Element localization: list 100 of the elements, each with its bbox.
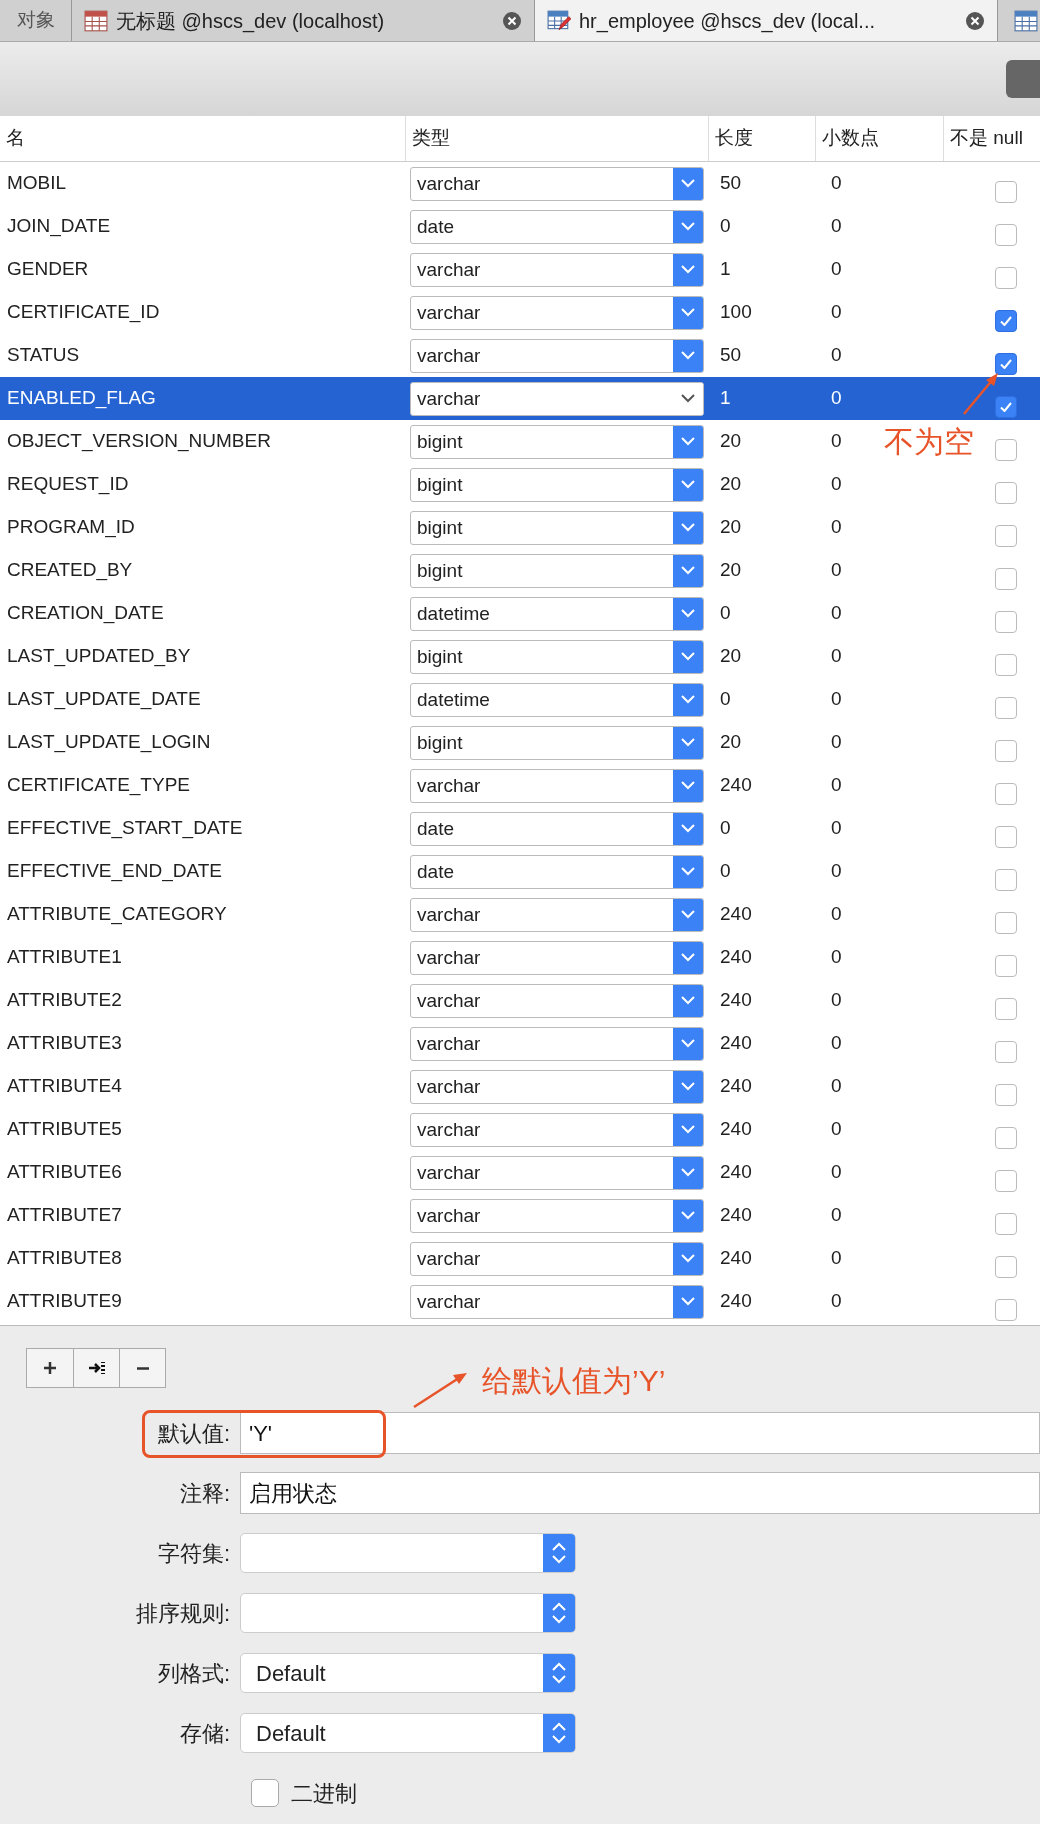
table-cell: 0 — [831, 258, 842, 280]
objects-tab[interactable]: 对象 — [0, 0, 72, 41]
checkbox[interactable] — [995, 653, 1017, 676]
table-cell-text: ENABLED_FLAG — [6, 386, 157, 411]
type-dropdown[interactable]: varchar — [410, 338, 704, 373]
type-dropdown[interactable]: date — [410, 854, 704, 889]
column-header[interactable]: 小数点 — [815, 116, 943, 161]
type-dropdown[interactable]: bigint — [410, 553, 704, 588]
table-cell: 1 — [720, 387, 731, 409]
type-dropdown[interactable]: varchar — [410, 983, 704, 1018]
checkbox[interactable] — [995, 610, 1017, 633]
table-cell-text: ATTRIBUTE7 — [6, 1203, 123, 1228]
checkbox[interactable] — [995, 825, 1017, 848]
document-tab[interactable]: hr_employee @hscs_dev (local... — [535, 0, 998, 41]
type-dropdown[interactable]: varchar — [410, 166, 704, 201]
checkbox[interactable] — [995, 1255, 1017, 1278]
close-icon[interactable] — [965, 10, 985, 31]
checkbox[interactable] — [995, 782, 1017, 805]
checkbox[interactable] — [995, 266, 1017, 289]
table-cell-text: CERTIFICATE_TYPE — [6, 773, 191, 798]
table-cell: 0 — [720, 860, 731, 882]
type-dropdown[interactable]: varchar — [410, 381, 704, 416]
type-dropdown[interactable]: bigint — [410, 467, 704, 502]
chevron-down-icon — [673, 210, 703, 243]
column-header[interactable]: 名 — [0, 116, 405, 161]
type-dropdown[interactable]: date — [410, 811, 704, 846]
checkbox[interactable] — [995, 309, 1017, 332]
table-cell: 0 — [831, 989, 842, 1011]
type-dropdown[interactable]: date — [410, 209, 704, 244]
select-field[interactable]: Default — [240, 1653, 576, 1693]
table-cell: 20 — [720, 516, 742, 538]
chevron-down-icon — [673, 296, 703, 329]
table-cell: 0 — [831, 215, 842, 237]
checkbox[interactable] — [995, 524, 1017, 547]
select-field[interactable]: Default — [240, 1713, 576, 1753]
type-dropdown[interactable]: varchar — [410, 768, 704, 803]
document-tab[interactable]: 无标题 @hscs_dev (localhost) — [72, 0, 535, 41]
checkbox[interactable] — [251, 1779, 279, 1807]
type-dropdown[interactable]: varchar — [410, 940, 704, 975]
checkbox[interactable] — [995, 438, 1017, 461]
table-row[interactable]: ENABLED_FLAG varchar 1 0 — [0, 377, 1040, 420]
type-dropdown[interactable]: varchar — [410, 1241, 704, 1276]
dropdown-value: varchar — [416, 1118, 482, 1142]
checkbox[interactable] — [995, 1083, 1017, 1106]
checkbox[interactable] — [995, 696, 1017, 719]
chevron-down-icon — [673, 640, 703, 673]
checkbox[interactable] — [995, 868, 1017, 891]
type-dropdown[interactable]: datetime — [410, 682, 704, 717]
checkbox-label: 二进制 — [291, 1779, 357, 1808]
checkmark-icon — [1000, 358, 1012, 369]
field-label: 默认值: — [156, 1419, 231, 1448]
type-dropdown[interactable]: varchar — [410, 1112, 704, 1147]
select-field[interactable] — [240, 1593, 576, 1633]
type-dropdown[interactable]: varchar — [410, 295, 704, 330]
close-icon[interactable] — [502, 10, 522, 31]
type-dropdown[interactable]: varchar — [410, 1026, 704, 1061]
checkbox[interactable] — [995, 180, 1017, 203]
checkbox[interactable] — [995, 352, 1017, 375]
table-cell: 100 — [720, 301, 752, 323]
type-dropdown[interactable]: bigint — [410, 639, 704, 674]
input-field[interactable]: 'Y' — [240, 1412, 1040, 1454]
dropdown-value: varchar — [416, 1161, 482, 1185]
table-cell: 0 — [831, 1118, 842, 1140]
checkbox[interactable] — [995, 997, 1017, 1020]
checkbox[interactable] — [995, 395, 1017, 418]
checkbox[interactable] — [995, 1040, 1017, 1063]
type-dropdown[interactable]: varchar — [410, 1198, 704, 1233]
checkbox[interactable] — [995, 567, 1017, 590]
checkbox[interactable] — [995, 1298, 1017, 1321]
table-cell: 240 — [720, 1204, 752, 1226]
type-dropdown[interactable]: bigint — [410, 424, 704, 459]
column-header[interactable]: 类型 — [405, 116, 708, 161]
checkbox[interactable] — [995, 954, 1017, 977]
checkbox[interactable] — [995, 1169, 1017, 1192]
type-dropdown[interactable]: varchar — [410, 1069, 704, 1104]
type-dropdown[interactable]: varchar — [410, 897, 704, 932]
type-dropdown[interactable]: varchar — [410, 252, 704, 287]
select-field[interactable] — [240, 1533, 576, 1573]
type-dropdown[interactable]: bigint — [410, 510, 704, 545]
table-cell: 240 — [720, 1075, 752, 1097]
type-dropdown[interactable]: bigint — [410, 725, 704, 760]
field-label: 列格式: — [156, 1659, 231, 1688]
table-edit-icon — [547, 9, 571, 32]
field-label: 字符集: — [156, 1539, 231, 1568]
type-dropdown[interactable]: varchar — [410, 1284, 704, 1319]
checkbox[interactable] — [995, 739, 1017, 762]
checkbox[interactable] — [995, 1212, 1017, 1235]
dropdown-value: date — [416, 860, 455, 884]
column-header[interactable]: 不是 null — [943, 116, 1040, 161]
checkbox[interactable] — [995, 911, 1017, 934]
input-field[interactable]: 启用状态 — [240, 1472, 1040, 1514]
table-cell-text: ATTRIBUTE9 — [6, 1289, 123, 1314]
column-header[interactable]: 长度 — [708, 116, 815, 161]
dropdown-value: varchar — [416, 1290, 482, 1314]
chevron-down-icon — [673, 425, 703, 458]
type-dropdown[interactable]: datetime — [410, 596, 704, 631]
checkbox[interactable] — [995, 1126, 1017, 1149]
type-dropdown[interactable]: varchar — [410, 1155, 704, 1190]
checkbox[interactable] — [995, 223, 1017, 246]
checkbox[interactable] — [995, 481, 1017, 504]
